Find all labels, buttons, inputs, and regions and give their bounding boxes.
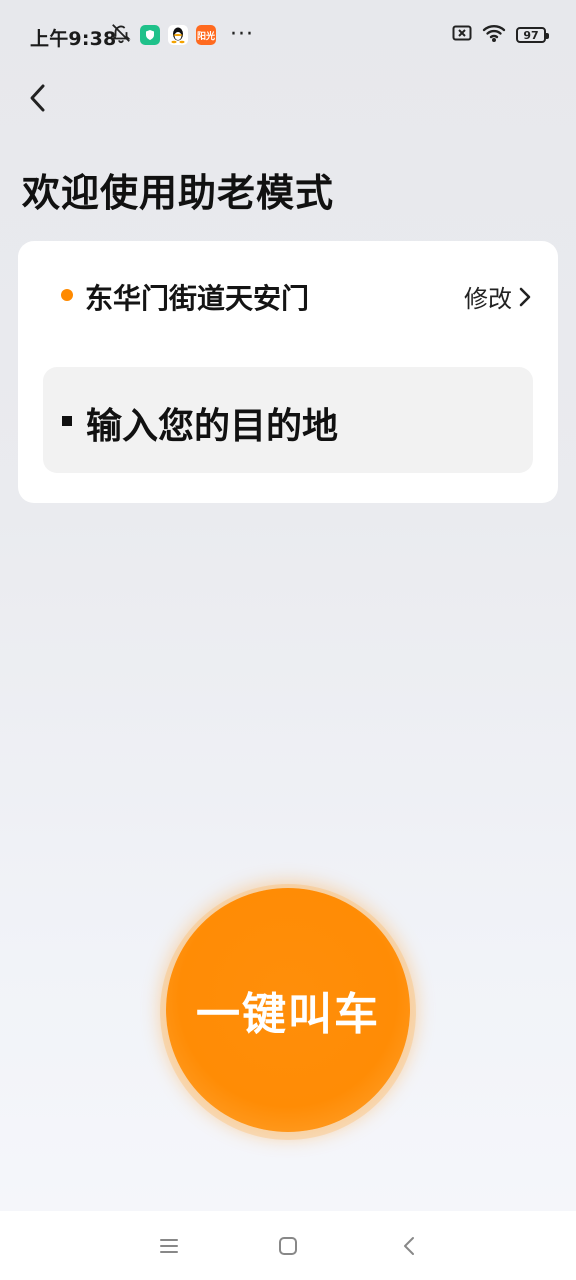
sim-disabled-icon: [452, 25, 472, 45]
home-square-icon: [279, 1237, 297, 1255]
system-nav-bar: [0, 1211, 576, 1280]
battery-icon: 97: [516, 27, 549, 43]
origin-location: 东华门街道天安门: [85, 282, 310, 315]
call-button-label: 一键叫车: [196, 989, 380, 1040]
qq-app-icon: [168, 25, 188, 45]
home-button[interactable]: [273, 1231, 303, 1261]
chevron-left-icon: [30, 84, 45, 112]
bell-muted-icon: [110, 22, 132, 48]
status-system-icons: 97: [452, 24, 549, 46]
page-title: 欢迎使用助老模式: [22, 171, 335, 215]
chevron-right-icon: [519, 287, 531, 306]
destination-placeholder: 输入您的目的地: [86, 406, 339, 447]
system-back-button[interactable]: [394, 1231, 424, 1261]
destination-marker-icon: [62, 416, 72, 426]
recent-apps-button[interactable]: [154, 1231, 184, 1261]
back-button[interactable]: [18, 78, 58, 118]
origin-row[interactable]: 东华门街道天安门 修改: [18, 267, 558, 323]
back-arrow-icon: [404, 1237, 414, 1255]
modify-label: 修改: [464, 285, 512, 313]
more-notifications-icon: ···: [230, 22, 254, 47]
one-tap-call-button[interactable]: 一键叫车: [166, 888, 410, 1132]
sunshine-app-icon: 阳光: [196, 25, 216, 45]
destination-input[interactable]: 输入您的目的地: [43, 367, 533, 473]
modify-origin-button[interactable]: 修改: [464, 279, 532, 314]
shield-app-icon: [140, 25, 160, 45]
status-notification-icons: 阳光 ···: [110, 22, 254, 48]
status-time: 上午9:38: [30, 28, 117, 50]
route-card: 东华门街道天安门 修改 输入您的目的地: [18, 241, 558, 503]
status-bar: 上午9:38 阳光 ··· 97: [0, 0, 576, 70]
origin-dot-icon: [61, 289, 73, 301]
wifi-icon: [482, 24, 506, 46]
menu-icon: [160, 1239, 178, 1253]
